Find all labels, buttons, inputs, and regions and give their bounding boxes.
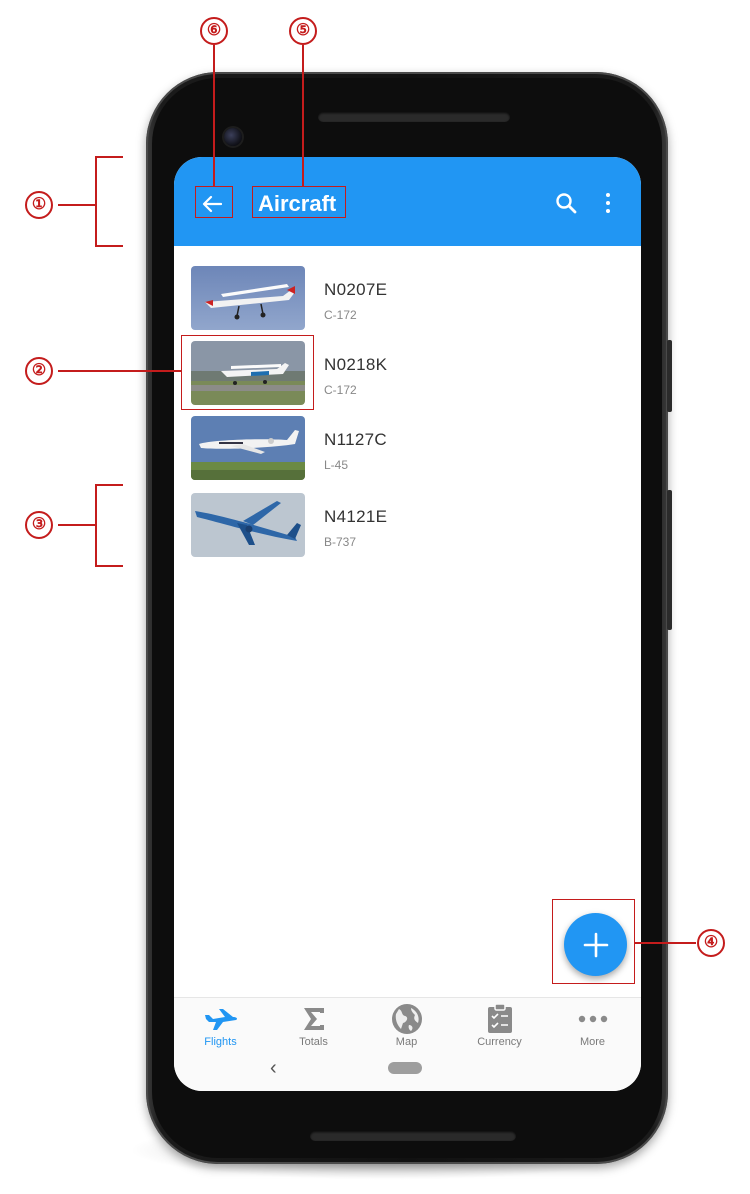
callout-highlight-box bbox=[195, 186, 233, 218]
search-icon bbox=[556, 193, 577, 214]
search-button[interactable] bbox=[554, 191, 580, 217]
nav-label: Flights bbox=[204, 1036, 237, 1048]
callout-6: ⑥ bbox=[200, 17, 228, 45]
system-back-icon[interactable]: ‹ bbox=[270, 1058, 277, 1078]
callout-bracket bbox=[95, 156, 123, 158]
aircraft-model: C-172 bbox=[324, 308, 357, 322]
boeing-photo bbox=[191, 493, 305, 557]
nav-item-currency[interactable]: Currency bbox=[453, 998, 546, 1056]
callout-1: ① bbox=[25, 191, 53, 219]
callout-3: ③ bbox=[25, 511, 53, 539]
bottom-speaker bbox=[310, 1131, 516, 1141]
aircraft-tail-number: N0207E bbox=[324, 280, 388, 299]
callout-highlight-box bbox=[552, 899, 635, 984]
overflow-menu-button[interactable] bbox=[598, 190, 618, 216]
sigma-icon bbox=[303, 1008, 324, 1030]
nav-label: More bbox=[579, 1036, 606, 1048]
callout-highlight-box bbox=[181, 335, 314, 410]
aircraft-tail-number: N4121E bbox=[324, 507, 388, 526]
callout-bracket bbox=[95, 484, 97, 566]
system-navigation-bar: ‹ bbox=[174, 1055, 641, 1091]
airplane-icon bbox=[204, 1009, 237, 1030]
aircraft-model: L-45 bbox=[324, 458, 349, 472]
callout-bracket bbox=[95, 565, 123, 567]
bottom-navigation: Flights Totals Map Currency More bbox=[174, 997, 641, 1055]
callout-line bbox=[58, 204, 96, 206]
app-bar: Aircraft bbox=[174, 157, 641, 246]
callout-2: ② bbox=[25, 357, 53, 385]
more-horiz-icon bbox=[578, 1015, 607, 1023]
aircraft-model: C-172 bbox=[324, 383, 357, 397]
nav-label: Map bbox=[395, 1036, 418, 1048]
volume-button bbox=[667, 490, 672, 630]
callout-line bbox=[58, 524, 96, 526]
nav-item-totals[interactable]: Totals bbox=[267, 998, 360, 1056]
list-item-aircraft[interactable]: N1127C L-45 bbox=[174, 416, 641, 486]
aircraft-tail-number: N0218K bbox=[324, 355, 388, 374]
clipboard-check-icon bbox=[487, 1004, 512, 1033]
callout-5: ⑤ bbox=[289, 17, 317, 45]
callout-highlight-box bbox=[252, 186, 346, 218]
nav-item-more[interactable]: More bbox=[546, 998, 639, 1056]
nav-item-flights[interactable]: Flights bbox=[174, 998, 267, 1056]
aircraft-model: B-737 bbox=[324, 535, 357, 549]
learjet-photo bbox=[191, 416, 305, 480]
callout-line bbox=[635, 942, 696, 944]
system-home-pill[interactable] bbox=[388, 1062, 422, 1074]
power-button bbox=[667, 340, 672, 412]
callout-line bbox=[213, 45, 215, 186]
callout-bracket bbox=[95, 245, 123, 247]
callout-bracket bbox=[95, 156, 97, 246]
list-item-aircraft[interactable]: N0207E C-172 bbox=[174, 266, 641, 336]
cessna-photo bbox=[191, 266, 305, 330]
list-item-aircraft[interactable]: N4121E B-737 bbox=[174, 493, 641, 563]
more-vert-icon bbox=[606, 193, 610, 197]
aircraft-tail-number: N1127C bbox=[324, 430, 387, 449]
nav-item-map[interactable]: Map bbox=[360, 998, 453, 1056]
callout-4: ④ bbox=[697, 929, 725, 957]
earpiece-speaker bbox=[318, 112, 510, 122]
callout-line bbox=[302, 45, 304, 186]
globe-icon bbox=[391, 1004, 422, 1034]
nav-label: Totals bbox=[299, 1036, 328, 1048]
front-camera bbox=[224, 128, 242, 146]
callout-line bbox=[58, 370, 182, 372]
callout-bracket bbox=[95, 484, 123, 486]
nav-label: Currency bbox=[477, 1036, 522, 1048]
